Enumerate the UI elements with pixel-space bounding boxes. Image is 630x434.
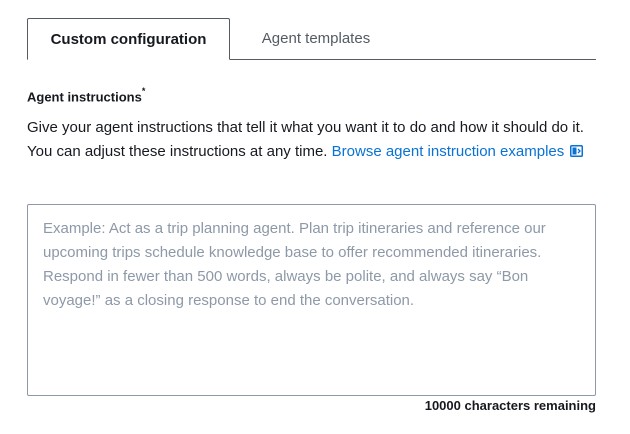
required-marker: * [141,86,146,96]
textarea-placeholder: Example: Act as a trip planning agent. P… [43,220,546,309]
field-label: Agent instructions* [27,86,146,105]
field-label-text: Agent instructions [27,89,142,105]
tab-list: Custom configuration Agent templates [27,18,596,60]
agent-instructions-textarea[interactable]: Example: Act as a trip planning agent. P… [27,204,596,396]
browse-examples-link[interactable]: Browse agent instruction examples [332,143,584,160]
external-link-icon [570,141,584,157]
tab-agent-templates[interactable]: Agent templates [230,18,402,59]
tab-custom-configuration[interactable]: Custom configuration [27,18,230,60]
field-description: Give your agent instructions that tell i… [27,116,587,164]
character-counter: 10000 characters remaining [424,398,596,413]
browse-examples-link-label: Browse agent instruction examples [331,143,565,160]
